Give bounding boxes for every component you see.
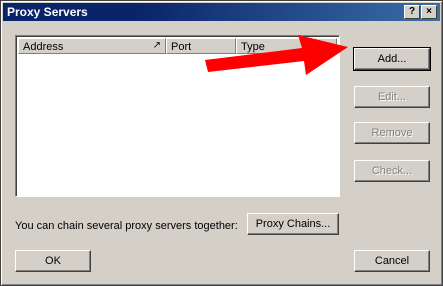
check-button[interactable]: Check... xyxy=(354,160,430,182)
red-arrow-annotation xyxy=(205,35,348,75)
add-button[interactable]: Add... xyxy=(353,47,431,71)
sort-arrow-icon: ↗ xyxy=(152,40,161,51)
title-bar[interactable]: Proxy Servers ? × xyxy=(3,3,440,21)
ok-button[interactable]: OK xyxy=(15,250,91,272)
proxy-chains-button[interactable]: Proxy Chains... xyxy=(247,213,339,235)
column-header-address[interactable]: Address ↗ xyxy=(18,38,166,54)
cancel-button[interactable]: Cancel xyxy=(354,250,430,272)
column-address-label: Address xyxy=(23,41,64,53)
window-title: Proxy Servers xyxy=(7,5,88,19)
column-port-label: Port xyxy=(171,41,192,53)
edit-button[interactable]: Edit... xyxy=(354,86,430,108)
remove-button[interactable]: Remove xyxy=(354,122,430,144)
close-button[interactable]: × xyxy=(421,5,437,19)
arrow-shape xyxy=(205,35,348,75)
help-button[interactable]: ? xyxy=(404,5,420,19)
chain-label: You can chain several proxy servers toge… xyxy=(15,220,238,232)
